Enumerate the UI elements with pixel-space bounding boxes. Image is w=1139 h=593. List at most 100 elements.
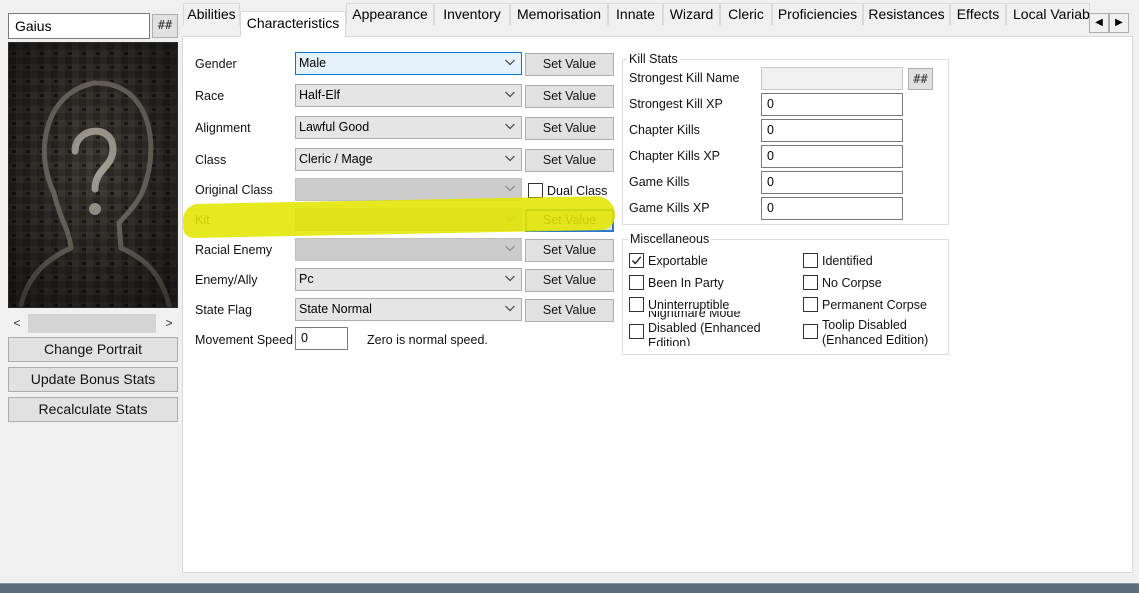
character-name-field[interactable]: Gaius bbox=[8, 13, 150, 39]
recalculate-stats-button[interactable]: Recalculate Stats bbox=[8, 397, 178, 422]
race-select[interactable]: Half-Elf bbox=[295, 84, 522, 107]
racial-enemy-select[interactable] bbox=[295, 238, 522, 261]
tab-inventory[interactable]: Inventory bbox=[434, 3, 510, 25]
chevron-down-icon bbox=[505, 305, 515, 312]
strongest-kill-name-label: Strongest Kill Name bbox=[629, 71, 740, 85]
scroll-right-arrow-icon[interactable]: > bbox=[160, 313, 178, 333]
chapter-kills-xp-label: Chapter Kills XP bbox=[629, 149, 721, 163]
chapter-kills-input[interactable]: 0 bbox=[761, 119, 903, 142]
tab-wizard[interactable]: Wizard bbox=[663, 3, 720, 25]
scroll-track[interactable] bbox=[28, 314, 156, 333]
strongest-kill-xp-input[interactable]: 0 bbox=[761, 93, 903, 116]
tab-innate[interactable]: Innate bbox=[608, 3, 663, 25]
game-kills-label: Game Kills bbox=[629, 175, 690, 189]
gender-select[interactable]: Male bbox=[295, 52, 522, 75]
uninterruptible-checkbox[interactable] bbox=[629, 297, 644, 312]
state-flag-select[interactable]: State Normal bbox=[295, 298, 522, 321]
movement-speed-input[interactable]: 0 bbox=[295, 327, 348, 350]
tab-effects[interactable]: Effects bbox=[950, 3, 1006, 25]
tab-memorisation[interactable]: Memorisation bbox=[510, 3, 608, 25]
been-in-party-checkbox[interactable] bbox=[629, 275, 644, 290]
update-bonus-stats-button[interactable]: Update Bonus Stats bbox=[8, 367, 178, 392]
tab-scroll-left-icon[interactable]: ◀ bbox=[1089, 13, 1109, 33]
state-flag-set-value-button[interactable]: Set Value bbox=[525, 299, 614, 322]
tab-cleric[interactable]: Cleric bbox=[720, 3, 772, 25]
class-value: Cleric / Mage bbox=[299, 152, 373, 166]
chevron-down-icon bbox=[505, 185, 515, 192]
identified-checkbox[interactable] bbox=[803, 253, 818, 268]
dual-class-label: Dual Class bbox=[547, 184, 608, 198]
chevron-down-icon bbox=[505, 91, 515, 98]
tooltip-disabled-checkbox[interactable] bbox=[803, 324, 818, 339]
tab-characteristics[interactable]: Characteristics bbox=[240, 11, 346, 37]
character-hash-button[interactable]: ## bbox=[152, 14, 178, 38]
original-class-select[interactable] bbox=[295, 178, 522, 201]
chevron-down-icon bbox=[505, 245, 515, 252]
change-portrait-button[interactable]: Change Portrait bbox=[8, 337, 178, 362]
enemy-ally-select[interactable]: Pc bbox=[295, 268, 522, 291]
tab-proficiencies[interactable]: Proficiencies bbox=[772, 3, 863, 25]
portrait-silhouette-image bbox=[9, 43, 177, 307]
game-kills-xp-input[interactable]: 0 bbox=[761, 197, 903, 220]
permanent-corpse-checkbox[interactable] bbox=[803, 297, 818, 312]
movement-speed-label: Movement Speed bbox=[195, 333, 293, 347]
state-flag-value: State Normal bbox=[299, 302, 372, 316]
chapter-kills-xp-input[interactable]: 0 bbox=[761, 145, 903, 168]
chapter-kills-label: Chapter Kills bbox=[629, 123, 700, 137]
alignment-set-value-button[interactable]: Set Value bbox=[525, 117, 614, 140]
portrait-horizontal-scrollbar[interactable]: < > bbox=[8, 313, 178, 333]
gender-set-value-button[interactable]: Set Value bbox=[525, 53, 614, 76]
class-set-value-button[interactable]: Set Value bbox=[525, 149, 614, 172]
nightmare-mode-label-text: Nightmare Mode Disabled (Enhanced Editio… bbox=[648, 311, 761, 346]
gender-label: Gender bbox=[195, 57, 237, 71]
game-kills-xp-label: Game Kills XP bbox=[629, 201, 710, 215]
strongest-kill-hash-button[interactable]: ## bbox=[908, 68, 933, 90]
chevron-down-icon bbox=[505, 215, 515, 222]
nightmare-mode-label: Nightmare Mode Disabled (Enhanced Editio… bbox=[648, 311, 770, 346]
class-label: Class bbox=[195, 153, 227, 167]
strongest-kill-xp-label: Strongest Kill XP bbox=[629, 97, 723, 111]
dual-class-checkbox[interactable] bbox=[528, 183, 543, 198]
chevron-down-icon bbox=[505, 155, 515, 162]
kit-label: Kit bbox=[195, 213, 210, 227]
window-bottom-border bbox=[0, 583, 1139, 593]
movement-speed-note: Zero is normal speed. bbox=[367, 333, 488, 347]
alignment-label: Alignment bbox=[195, 121, 251, 135]
alignment-select[interactable]: Lawful Good bbox=[295, 116, 522, 139]
scroll-left-arrow-icon[interactable]: < bbox=[8, 313, 26, 333]
tab-scroll-right-icon[interactable]: ▶ bbox=[1109, 13, 1129, 33]
class-select[interactable]: Cleric / Mage bbox=[295, 148, 522, 171]
exportable-label: Exportable bbox=[648, 254, 708, 268]
race-value: Half-Elf bbox=[299, 88, 340, 102]
chevron-down-icon bbox=[505, 123, 515, 130]
no-corpse-checkbox[interactable] bbox=[803, 275, 818, 290]
game-kills-input[interactable]: 0 bbox=[761, 171, 903, 194]
been-in-party-label: Been In Party bbox=[648, 276, 724, 290]
enemy-ally-value: Pc bbox=[299, 272, 314, 286]
chevron-down-icon bbox=[505, 59, 515, 66]
kit-select[interactable] bbox=[295, 208, 522, 231]
tab-local-variables[interactable]: Local Variab bbox=[1006, 3, 1090, 25]
racial-enemy-label: Racial Enemy bbox=[195, 243, 273, 257]
permanent-corpse-label: Permanent Corpse bbox=[822, 298, 927, 312]
tab-abilities[interactable]: Abilities bbox=[183, 3, 240, 25]
racial-enemy-set-value-button[interactable]: Set Value bbox=[525, 239, 614, 262]
character-portrait bbox=[8, 42, 178, 308]
strongest-kill-name-field[interactable] bbox=[761, 67, 903, 90]
identified-label: Identified bbox=[822, 254, 873, 268]
checkmark-icon bbox=[631, 256, 642, 265]
tab-appearance[interactable]: Appearance bbox=[346, 3, 434, 25]
exportable-checkbox[interactable] bbox=[629, 253, 644, 268]
kit-set-value-button[interactable]: Set Value bbox=[525, 209, 614, 232]
race-set-value-button[interactable]: Set Value bbox=[525, 85, 614, 108]
state-flag-label: State Flag bbox=[195, 303, 252, 317]
race-label: Race bbox=[195, 89, 225, 103]
original-class-label: Original Class bbox=[195, 183, 273, 197]
nightmare-mode-checkbox[interactable] bbox=[629, 324, 644, 339]
chevron-down-icon bbox=[505, 275, 515, 282]
enemy-ally-set-value-button[interactable]: Set Value bbox=[525, 269, 614, 292]
gender-value: Male bbox=[299, 56, 327, 70]
tooltip-disabled-label: Toolip Disabled (Enhanced Edition) bbox=[822, 318, 929, 347]
tab-resistances[interactable]: Resistances bbox=[863, 3, 950, 25]
enemy-ally-label: Enemy/Ally bbox=[195, 273, 258, 287]
